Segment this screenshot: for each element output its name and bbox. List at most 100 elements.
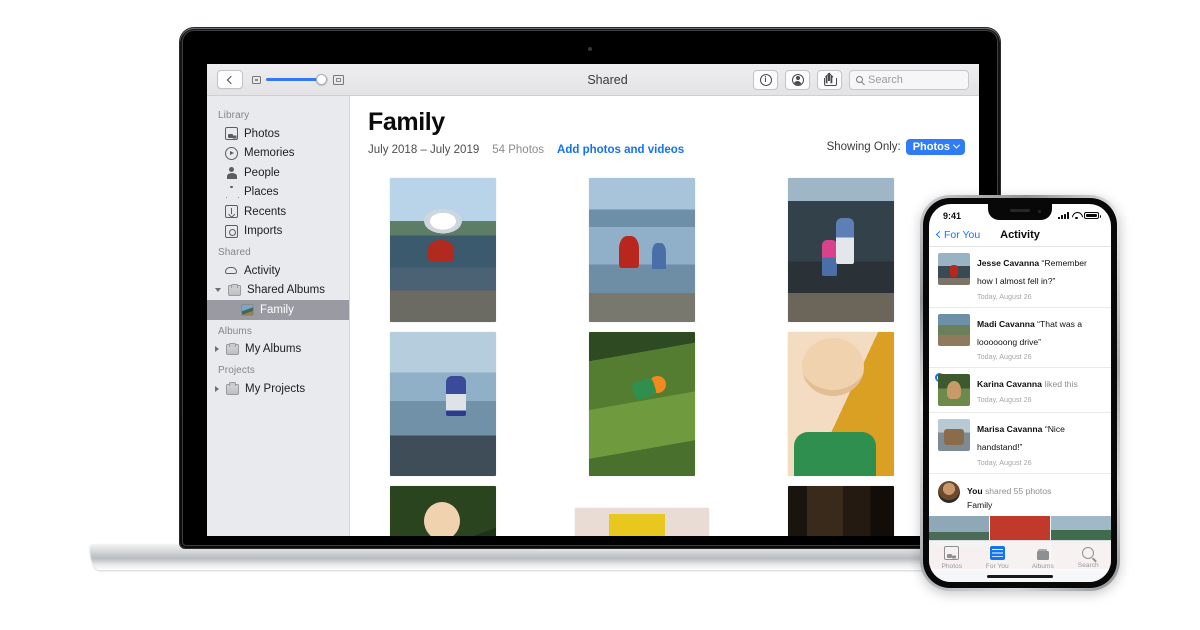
people-button[interactable] bbox=[785, 69, 810, 90]
facetime-camera-icon bbox=[588, 47, 592, 51]
iphone-nav-bar: For You Activity bbox=[929, 223, 1111, 247]
sidebar-item-label: Family bbox=[260, 303, 294, 316]
activity-row[interactable]: Karina Cavanna liked this Today, August … bbox=[929, 368, 1111, 413]
photo-thumbnail[interactable] bbox=[575, 508, 709, 536]
activity-row[interactable]: Marisa Cavanna “Nice handstand!” Today, … bbox=[929, 413, 1111, 474]
window-title: Shared bbox=[587, 72, 628, 87]
tab-label: Search bbox=[1077, 561, 1099, 569]
thumbnail-size-slider[interactable] bbox=[252, 74, 344, 85]
tab-photos[interactable]: Photos bbox=[929, 546, 975, 570]
chevron-left-icon bbox=[935, 230, 944, 239]
sidebar-item-activity[interactable]: Activity bbox=[207, 261, 349, 281]
activity-message: Jesse Cavanna “Remember how I almost fel… bbox=[977, 258, 1087, 286]
photos-icon bbox=[225, 127, 238, 141]
photo-cell[interactable] bbox=[766, 332, 916, 476]
shared-post-action: shared 55 photos bbox=[982, 485, 1052, 496]
tab-albums[interactable]: Albums bbox=[1020, 546, 1066, 570]
activity-thumbnail[interactable] bbox=[938, 374, 970, 406]
sidebar-item-my-projects[interactable]: My Projects bbox=[207, 379, 349, 399]
photo-cell[interactable] bbox=[368, 486, 518, 536]
sidebar-item-photos[interactable]: Photos bbox=[207, 124, 349, 144]
photo-cell[interactable] bbox=[567, 486, 717, 536]
sidebar-item-label: Imports bbox=[244, 225, 283, 238]
photo-cell[interactable] bbox=[766, 178, 916, 322]
sidebar-group-title-library: Library bbox=[218, 110, 250, 121]
iphone-device: 9:41 For You Activity Jesse Cavanna “Rem… bbox=[920, 195, 1120, 591]
activity-text: Madi Cavanna “That was a loooooong drive… bbox=[977, 314, 1103, 362]
photo-cell[interactable] bbox=[368, 332, 518, 476]
photo-thumbnail[interactable] bbox=[788, 486, 894, 536]
disclosure-triangle-icon[interactable] bbox=[215, 288, 221, 293]
activity-list[interactable]: Jesse Cavanna “Remember how I almost fel… bbox=[929, 247, 1111, 582]
back-button[interactable] bbox=[217, 70, 243, 89]
sidebar[interactable]: Library Photos Memories People Places Re… bbox=[207, 96, 350, 536]
iphone-bezel: 9:41 For You Activity Jesse Cavanna “Rem… bbox=[923, 198, 1117, 588]
sidebar-item-memories[interactable]: Memories bbox=[207, 144, 349, 164]
photo-thumbnail[interactable] bbox=[390, 332, 496, 476]
slider-thumb[interactable] bbox=[316, 74, 327, 85]
activity-text: Karina Cavanna liked this Today, August … bbox=[977, 374, 1103, 404]
showing-only-dropdown[interactable]: Photos bbox=[905, 139, 965, 155]
photo-thumbnail[interactable] bbox=[788, 178, 894, 322]
sidebar-item-label: Places bbox=[244, 186, 279, 199]
shared-post-album: Family bbox=[967, 499, 993, 510]
memories-icon bbox=[225, 146, 238, 160]
photo-thumbnail[interactable] bbox=[589, 332, 695, 476]
sidebar-item-label: People bbox=[244, 166, 280, 179]
shared-post-header[interactable]: You shared 55 photos Family bbox=[929, 474, 1111, 517]
activity-thumbnail[interactable] bbox=[938, 313, 970, 346]
sidebar-item-recents[interactable]: Recents bbox=[207, 202, 349, 222]
disclosure-triangle-icon[interactable] bbox=[215, 385, 219, 392]
sidebar-item-family[interactable]: Family bbox=[207, 300, 349, 320]
activity-text: Marisa Cavanna “Nice handstand!” Today, … bbox=[977, 419, 1103, 467]
back-to-for-you-button[interactable]: For You bbox=[935, 229, 980, 241]
activity-thumbnail[interactable] bbox=[938, 253, 970, 285]
slider-track[interactable] bbox=[266, 74, 328, 85]
album-date-range: July 2018 – July 2019 bbox=[368, 144, 480, 156]
tab-for-you[interactable]: For You bbox=[975, 546, 1021, 570]
imports-icon bbox=[225, 224, 238, 238]
add-photos-and-videos-link[interactable]: Add photos and videos bbox=[557, 144, 684, 156]
activity-timestamp: Today, August 26 bbox=[977, 352, 1032, 361]
info-icon: i bbox=[759, 73, 772, 86]
sidebar-item-my-albums[interactable]: My Albums bbox=[207, 340, 349, 360]
sidebar-item-imports[interactable]: Imports bbox=[207, 222, 349, 242]
folder-icon bbox=[226, 382, 239, 395]
activity-message: Karina Cavanna liked this bbox=[977, 379, 1078, 389]
tab-search[interactable]: Search bbox=[1066, 546, 1112, 569]
showing-only-label: Showing Only: bbox=[826, 140, 901, 153]
sidebar-item-places[interactable]: Places bbox=[207, 183, 349, 203]
activity-row[interactable]: Jesse Cavanna “Remember how I almost fel… bbox=[929, 247, 1111, 308]
photo-cell[interactable] bbox=[567, 332, 717, 476]
home-indicator[interactable] bbox=[987, 575, 1053, 578]
status-indicators bbox=[1058, 211, 1101, 220]
photos-tab-icon bbox=[944, 546, 960, 560]
tab-label: Photos bbox=[941, 562, 963, 570]
search-input[interactable]: Search bbox=[849, 69, 969, 90]
sidebar-item-shared-albums[interactable]: Shared Albums bbox=[207, 281, 349, 301]
photo-cell[interactable] bbox=[368, 178, 518, 322]
sidebar-group-projects: Projects My Projects bbox=[207, 359, 349, 399]
disclosure-triangle-icon[interactable] bbox=[215, 346, 219, 353]
photo-thumbnail[interactable] bbox=[390, 486, 496, 536]
avatar bbox=[938, 480, 960, 503]
share-button[interactable] bbox=[817, 69, 842, 90]
photo-grid[interactable] bbox=[368, 178, 979, 536]
activity-author: Karina Cavanna bbox=[977, 379, 1042, 389]
speaker-icon bbox=[1010, 209, 1030, 212]
share-icon bbox=[824, 72, 837, 86]
info-button[interactable]: i bbox=[753, 69, 778, 90]
sidebar-item-people[interactable]: People bbox=[207, 163, 349, 183]
photo-thumbnail[interactable] bbox=[390, 178, 496, 322]
photo-thumbnail[interactable] bbox=[589, 178, 695, 322]
photo-thumbnail[interactable] bbox=[788, 332, 894, 476]
activity-message: Marisa Cavanna “Nice handstand!” bbox=[977, 424, 1065, 452]
activity-row[interactable]: Madi Cavanna “That was a loooooong drive… bbox=[929, 308, 1111, 368]
page-title: Family bbox=[368, 108, 445, 136]
photo-cell[interactable] bbox=[567, 178, 717, 322]
folder-icon bbox=[228, 283, 241, 297]
activity-thumbnail[interactable] bbox=[938, 419, 970, 451]
photo-cell[interactable] bbox=[766, 486, 916, 536]
activity-message: Madi Cavanna “That was a loooooong drive… bbox=[977, 319, 1082, 347]
shared-post-text: You shared 55 photos Family bbox=[967, 481, 1103, 512]
